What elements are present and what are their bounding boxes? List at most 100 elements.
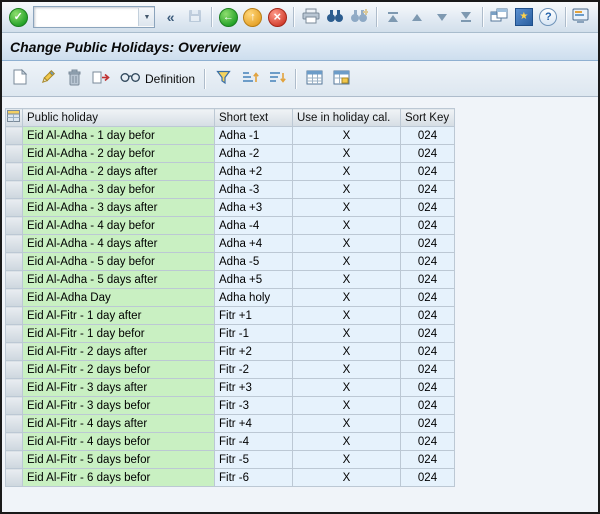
- cancel-button[interactable]: ×: [266, 5, 288, 29]
- help-button[interactable]: ?: [537, 5, 559, 29]
- public-holiday-cell[interactable]: Eid Al-Fitr - 4 days befor: [22, 432, 215, 451]
- short-text-cell[interactable]: Adha holy: [214, 288, 293, 307]
- table-row[interactable]: Eid Al-Fitr - 2 days after Fitr +2 X 024: [5, 342, 455, 361]
- public-holiday-cell[interactable]: Eid Al-Adha - 4 days after: [22, 234, 215, 253]
- use-in-holiday-cal-cell[interactable]: X: [292, 450, 401, 469]
- table-row[interactable]: Eid Al-Adha - 2 days after Adha +2 X 024: [5, 162, 455, 181]
- public-holiday-cell[interactable]: Eid Al-Fitr - 2 days after: [22, 342, 215, 361]
- definition-button[interactable]: Definition: [117, 66, 198, 92]
- table-row[interactable]: Eid Al-Adha - 2 day befor Adha -2 X 024: [5, 144, 455, 163]
- sort-key-cell[interactable]: 024: [400, 414, 455, 433]
- table-row[interactable]: Eid Al-Fitr - 5 days befor Fitr -5 X 024: [5, 450, 455, 469]
- short-text-cell[interactable]: Adha -1: [214, 126, 293, 145]
- page-up-button[interactable]: [406, 5, 428, 29]
- use-in-holiday-cal-cell[interactable]: X: [292, 432, 401, 451]
- save-button[interactable]: [184, 5, 206, 29]
- table-view-button[interactable]: [302, 66, 326, 92]
- row-selector[interactable]: [5, 324, 23, 343]
- sort-key-cell[interactable]: 024: [400, 342, 455, 361]
- copy-button[interactable]: [89, 66, 114, 92]
- table-row[interactable]: Eid Al-Adha - 1 day befor Adha -1 X 024: [5, 126, 455, 145]
- sort-key-cell[interactable]: 024: [400, 216, 455, 235]
- use-in-holiday-cal-cell[interactable]: X: [292, 180, 401, 199]
- exit-button[interactable]: ↑: [242, 5, 264, 29]
- table-row[interactable]: Eid Al-Fitr - 3 days befor Fitr -3 X 024: [5, 396, 455, 415]
- table-row[interactable]: Eid Al-Adha - 4 day befor Adha -4 X 024: [5, 216, 455, 235]
- use-in-holiday-cal-cell[interactable]: X: [292, 270, 401, 289]
- public-holiday-cell[interactable]: Eid Al-Adha - 2 days after: [22, 162, 215, 181]
- row-selector[interactable]: [5, 468, 23, 487]
- short-text-cell[interactable]: Adha -5: [214, 252, 293, 271]
- select-all-corner[interactable]: [5, 108, 23, 127]
- row-selector[interactable]: [5, 270, 23, 289]
- row-selector[interactable]: [5, 252, 23, 271]
- public-holiday-cell[interactable]: Eid Al-Adha - 3 days after: [22, 198, 215, 217]
- use-in-holiday-cal-cell[interactable]: X: [292, 198, 401, 217]
- use-in-holiday-cal-cell[interactable]: X: [292, 414, 401, 433]
- table-row[interactable]: Eid Al-Fitr - 2 days befor Fitr -2 X 024: [5, 360, 455, 379]
- sort-key-cell[interactable]: 024: [400, 306, 455, 325]
- find-button[interactable]: [324, 5, 346, 29]
- column-header-sort-key[interactable]: Sort Key: [400, 108, 455, 127]
- public-holiday-cell[interactable]: Eid Al-Fitr - 6 days befor: [22, 468, 215, 487]
- public-holiday-cell[interactable]: Eid Al-Fitr - 1 day befor: [22, 324, 215, 343]
- short-text-cell[interactable]: Adha -4: [214, 216, 293, 235]
- table-row[interactable]: Eid Al-Adha - 5 day befor Adha -5 X 024: [5, 252, 455, 271]
- row-selector[interactable]: [5, 360, 23, 379]
- short-text-cell[interactable]: Fitr +4: [214, 414, 293, 433]
- public-holiday-cell[interactable]: Eid Al-Fitr - 1 day after: [22, 306, 215, 325]
- use-in-holiday-cal-cell[interactable]: X: [292, 324, 401, 343]
- enter-button[interactable]: ✓: [7, 5, 29, 29]
- row-selector[interactable]: [5, 288, 23, 307]
- sort-key-cell[interactable]: 024: [400, 432, 455, 451]
- use-in-holiday-cal-cell[interactable]: X: [292, 216, 401, 235]
- use-in-holiday-cal-cell[interactable]: X: [292, 126, 401, 145]
- row-selector[interactable]: [5, 216, 23, 235]
- find-next-button[interactable]: [348, 5, 370, 29]
- short-text-cell[interactable]: Adha +4: [214, 234, 293, 253]
- public-holiday-cell[interactable]: Eid Al-Adha - 2 day befor: [22, 144, 215, 163]
- use-in-holiday-cal-cell[interactable]: X: [292, 288, 401, 307]
- filter-button[interactable]: [211, 66, 235, 92]
- edit-button[interactable]: [35, 66, 59, 92]
- public-holiday-cell[interactable]: Eid Al-Adha - 5 days after: [22, 270, 215, 289]
- sort-key-cell[interactable]: 024: [400, 162, 455, 181]
- first-page-button[interactable]: [382, 5, 404, 29]
- row-selector[interactable]: [5, 144, 23, 163]
- table-row[interactable]: Eid Al-Adha Day Adha holy X 024: [5, 288, 455, 307]
- table-row[interactable]: Eid Al-Fitr - 3 days after Fitr +3 X 024: [5, 378, 455, 397]
- command-dropdown-icon[interactable]: ▼: [138, 8, 155, 26]
- page-down-button[interactable]: [430, 5, 452, 29]
- table-row[interactable]: Eid Al-Adha - 5 days after Adha +5 X 024: [5, 270, 455, 289]
- short-text-cell[interactable]: Adha -3: [214, 180, 293, 199]
- sort-key-cell[interactable]: 024: [400, 450, 455, 469]
- table-row[interactable]: Eid Al-Adha - 4 days after Adha +4 X 024: [5, 234, 455, 253]
- use-in-holiday-cal-cell[interactable]: X: [292, 360, 401, 379]
- sort-key-cell[interactable]: 024: [400, 288, 455, 307]
- command-field[interactable]: ▼: [33, 6, 156, 28]
- sort-key-cell[interactable]: 024: [400, 144, 455, 163]
- table-row[interactable]: Eid Al-Fitr - 4 days befor Fitr -4 X 024: [5, 432, 455, 451]
- public-holiday-cell[interactable]: Eid Al-Fitr - 3 days befor: [22, 396, 215, 415]
- last-page-button[interactable]: [455, 5, 477, 29]
- sort-ascending-button[interactable]: [238, 66, 262, 92]
- delete-button[interactable]: [62, 66, 86, 92]
- row-selector[interactable]: [5, 414, 23, 433]
- use-in-holiday-cal-cell[interactable]: X: [292, 468, 401, 487]
- sort-key-cell[interactable]: 024: [400, 270, 455, 289]
- table-row[interactable]: Eid Al-Adha - 3 days after Adha +3 X 024: [5, 198, 455, 217]
- short-text-cell[interactable]: Fitr +1: [214, 306, 293, 325]
- row-selector[interactable]: [5, 306, 23, 325]
- short-text-cell[interactable]: Fitr +3: [214, 378, 293, 397]
- column-header-public-holiday[interactable]: Public holiday: [22, 108, 215, 127]
- sort-key-cell[interactable]: 024: [400, 252, 455, 271]
- row-selector[interactable]: [5, 180, 23, 199]
- short-text-cell[interactable]: Fitr +2: [214, 342, 293, 361]
- public-holiday-cell[interactable]: Eid Al-Fitr - 4 days after: [22, 414, 215, 433]
- short-text-cell[interactable]: Fitr -4: [214, 432, 293, 451]
- use-in-holiday-cal-cell[interactable]: X: [292, 144, 401, 163]
- public-holiday-cell[interactable]: Eid Al-Adha - 5 day befor: [22, 252, 215, 271]
- use-in-holiday-cal-cell[interactable]: X: [292, 234, 401, 253]
- short-text-cell[interactable]: Fitr -2: [214, 360, 293, 379]
- sort-descending-button[interactable]: [265, 66, 289, 92]
